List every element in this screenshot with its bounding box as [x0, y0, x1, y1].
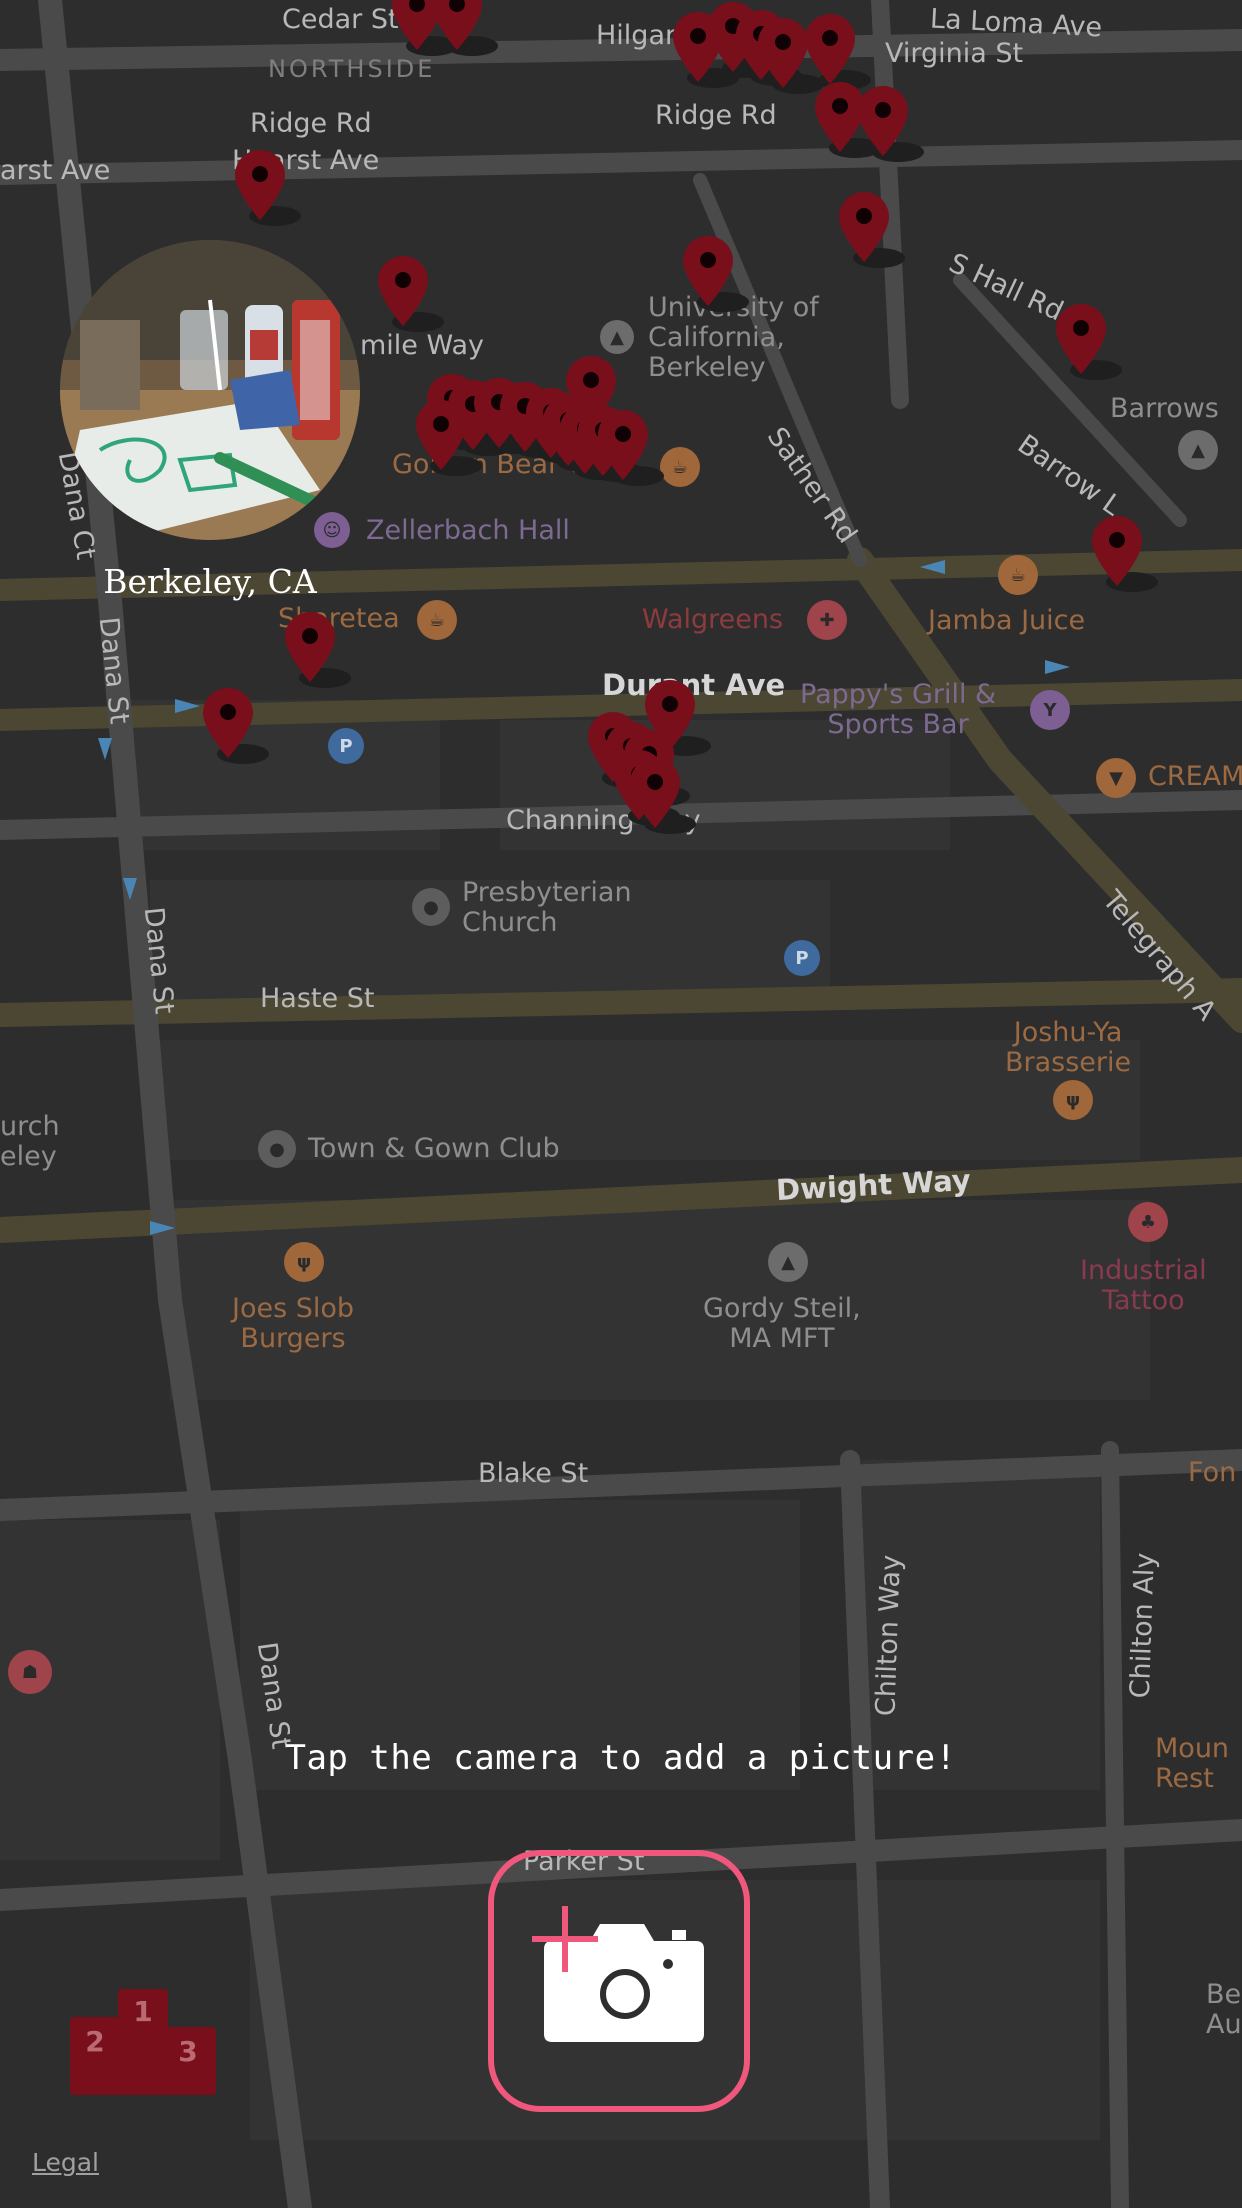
location-label: Berkeley, CA: [103, 562, 317, 601]
podium-first-place: 1: [133, 1995, 152, 2028]
photo-pin: [1092, 516, 1158, 592]
photo-pin: [203, 688, 269, 764]
podium-second-place: 2: [85, 2025, 104, 2058]
photo-pin: [378, 256, 444, 332]
podium-icon: 1 2 3: [70, 1989, 216, 2095]
location-photo-thumbnail[interactable]: [60, 240, 360, 540]
app-screen: NORTHSIDE Cedar St Hilgar La Loma Ave Vi…: [0, 0, 1242, 2208]
photo-pin: [683, 236, 749, 312]
leaderboard-button[interactable]: 1 2 3: [70, 1985, 216, 2095]
podium-third-place: 3: [178, 2035, 197, 2068]
camera-plus-icon: [532, 1906, 704, 2042]
add-picture-hint: Tap the camera to add a picture!: [285, 1738, 957, 1778]
photo-pin: [285, 612, 351, 688]
photo-image: [60, 240, 360, 540]
photo-pin: [839, 192, 905, 268]
photo-pin: [235, 150, 301, 226]
legal-link[interactable]: Legal: [32, 2148, 99, 2177]
add-picture-camera-button[interactable]: [488, 1850, 750, 2112]
photo-pin: [1056, 304, 1122, 380]
